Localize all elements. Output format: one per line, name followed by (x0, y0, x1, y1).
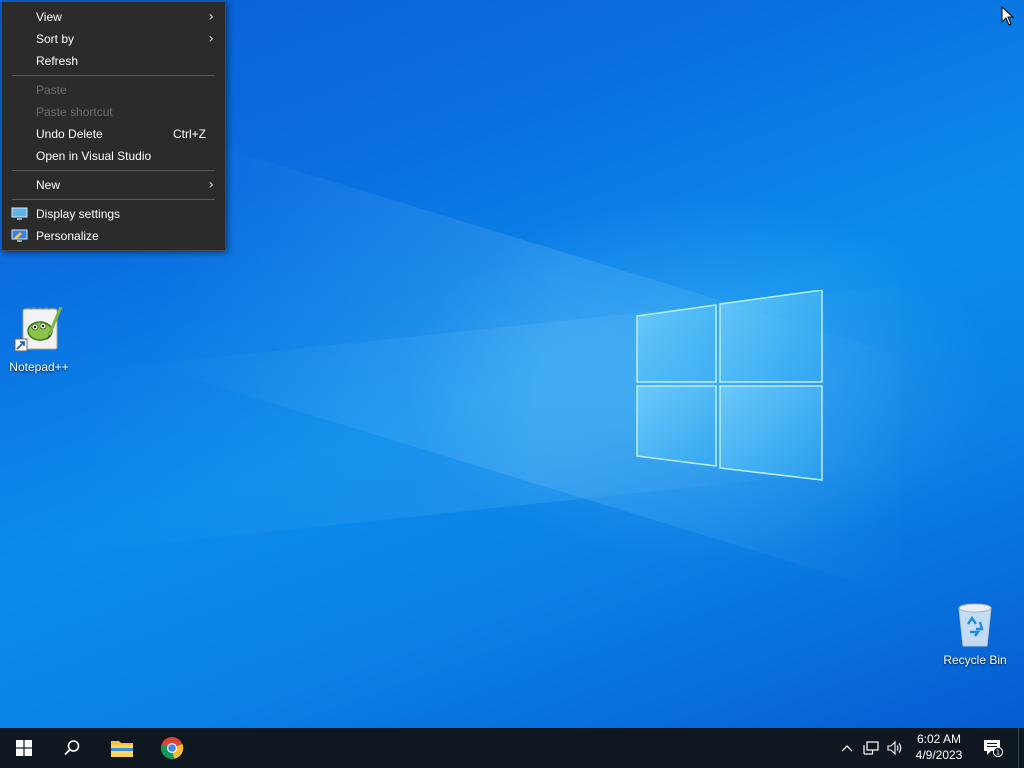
recycle-bin-icon (958, 603, 992, 647)
network-icon (863, 741, 879, 755)
notification-icon: 1 (984, 740, 1003, 757)
taskbar-clock[interactable]: 6:02 AM 4/9/2023 (905, 731, 973, 763)
network-button[interactable] (861, 738, 881, 758)
menu-item-label: Paste shortcut (36, 105, 113, 119)
desktop-icon-recycle-bin[interactable]: Recycle Bin (937, 602, 1013, 667)
search-button[interactable] (48, 728, 96, 768)
menu-separator (12, 199, 215, 200)
desktop-icon-notepad-plus-plus[interactable]: Notepad++ (1, 305, 77, 374)
menu-item-label: Paste (36, 83, 67, 97)
display-settings-icon (11, 207, 28, 220)
menu-item-label: Sort by (36, 32, 75, 46)
menu-item-open-in-visual-studio[interactable]: Open in Visual Studio (2, 145, 225, 167)
chevron-up-icon (841, 745, 853, 752)
submenu-arrow-icon: › (208, 9, 214, 25)
taskbar: 6:02 AM 4/9/2023 1 (0, 728, 1024, 768)
chrome-button[interactable] (148, 728, 196, 768)
show-desktop-button[interactable] (1018, 728, 1024, 768)
windows-logo-wallpaper (636, 290, 823, 481)
menu-item-refresh[interactable]: Refresh (2, 50, 225, 72)
desktop-context-menu: View › Sort by › Refresh Paste Paste sho… (1, 1, 226, 251)
menu-item-shortcut: Ctrl+Z (173, 127, 206, 141)
menu-item-view[interactable]: View › (2, 6, 225, 28)
menu-separator (12, 170, 215, 171)
menu-separator (12, 75, 215, 76)
submenu-arrow-icon: › (208, 177, 214, 193)
menu-item-new[interactable]: New › (2, 174, 225, 196)
desktop-icon-label: Notepad++ (9, 360, 69, 374)
menu-item-label: Undo Delete (36, 127, 103, 141)
menu-item-paste: Paste (2, 79, 225, 101)
menu-item-label: Open in Visual Studio (36, 149, 152, 163)
chrome-icon (160, 737, 184, 759)
notepad-plus-plus-icon (14, 306, 63, 352)
clock-time: 6:02 AM (916, 732, 962, 746)
personalize-icon (11, 229, 28, 242)
search-icon (64, 740, 80, 756)
action-center-button[interactable]: 1 (982, 738, 1004, 758)
volume-button[interactable] (885, 738, 905, 758)
menu-item-sort-by[interactable]: Sort by › (2, 28, 225, 50)
desktop-icon-label: Recycle Bin (943, 653, 1007, 667)
menu-item-label: View (36, 10, 62, 24)
menu-item-label: Display settings (36, 207, 121, 221)
menu-item-undo-delete[interactable]: Undo Delete Ctrl+Z (2, 123, 225, 145)
menu-item-display-settings[interactable]: Display settings (2, 203, 225, 225)
file-explorer-button[interactable] (98, 728, 146, 768)
menu-item-personalize[interactable]: Personalize (2, 225, 225, 247)
windows-start-icon (16, 740, 32, 756)
menu-item-paste-shortcut: Paste shortcut (2, 101, 225, 123)
clock-date: 4/9/2023 (915, 748, 963, 762)
menu-item-label: New (36, 178, 61, 192)
show-hidden-icons-button[interactable] (838, 738, 856, 758)
mouse-cursor-icon (1001, 6, 1014, 26)
volume-icon (887, 741, 902, 755)
notification-count: 1 (996, 749, 1000, 757)
start-button[interactable] (0, 728, 48, 768)
menu-item-label: Personalize (36, 229, 99, 243)
submenu-arrow-icon: › (208, 31, 214, 47)
menu-item-label: Refresh (36, 54, 79, 68)
file-explorer-icon (111, 741, 133, 757)
